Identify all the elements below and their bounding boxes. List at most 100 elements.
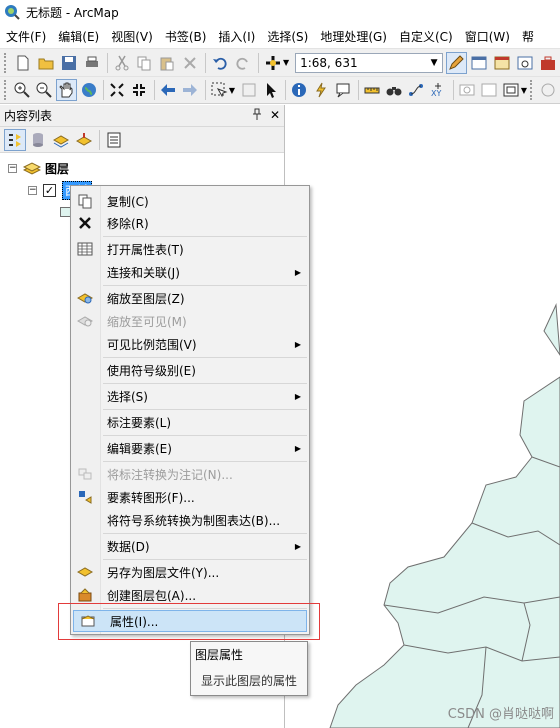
- menu-item-features-to-graphics[interactable]: 要素转图形(F)...: [71, 486, 309, 508]
- zoom-to-layer-extent-button[interactable]: [501, 79, 522, 101]
- copy-button[interactable]: [134, 52, 156, 74]
- pin-icon[interactable]: [252, 108, 262, 123]
- toc-options-button[interactable]: [103, 129, 125, 151]
- add-data-button[interactable]: [262, 52, 284, 74]
- overflow-tool-icon: [541, 83, 555, 97]
- hyperlink-button[interactable]: [311, 79, 332, 101]
- layers-root-label[interactable]: 图层: [45, 160, 69, 177]
- zoom-in-button[interactable]: [12, 79, 33, 101]
- layer-visibility-checkbox[interactable]: ✓: [43, 183, 56, 197]
- arrow-right-icon: [183, 84, 198, 96]
- menu-item-label: 将符号系统转换为制图表达(B)...: [107, 513, 281, 528]
- menu-separator: [103, 409, 307, 410]
- menu-file[interactable]: 文件(F): [0, 28, 52, 45]
- full-extent-button[interactable]: [78, 79, 99, 101]
- undo-button[interactable]: [209, 52, 231, 74]
- menu-separator: [103, 559, 307, 560]
- table-of-contents-button[interactable]: [468, 52, 490, 74]
- overflow-tool-button[interactable]: [538, 79, 559, 101]
- submenu-arrow-icon: ▶: [294, 391, 301, 401]
- map-display[interactable]: [286, 105, 560, 728]
- menu-geoprocessing[interactable]: 地理处理(G): [314, 28, 393, 45]
- save-button[interactable]: [58, 52, 80, 74]
- open-button[interactable]: [35, 52, 57, 74]
- menu-customize[interactable]: 自定义(C): [393, 28, 459, 45]
- select-features-dropdown-icon[interactable]: ▼: [229, 86, 235, 95]
- html-popup-button[interactable]: [333, 79, 354, 101]
- menu-item-convert-symbology-to-representation[interactable]: 将符号系统转换为制图表达(B)...: [71, 509, 309, 531]
- find-button[interactable]: [384, 79, 405, 101]
- menu-item-data[interactable]: 数据(D) ▶: [71, 535, 309, 557]
- toolbar-separator: [204, 80, 206, 100]
- list-by-selection-button[interactable]: [73, 129, 95, 151]
- select-elements-button[interactable]: [260, 79, 281, 101]
- menu-item-label: 创建图层包(A)...: [107, 588, 197, 603]
- fixed-zoom-in-button[interactable]: [107, 79, 128, 101]
- menu-item-zoom-to-visible[interactable]: 缩放至可见(M): [71, 310, 309, 332]
- list-by-drawing-order-button[interactable]: [4, 128, 26, 151]
- go-to-xy-button[interactable]: XY: [428, 79, 449, 101]
- redo-button[interactable]: [232, 52, 254, 74]
- delete-button[interactable]: [179, 52, 201, 74]
- create-viewer-window-button[interactable]: [479, 79, 500, 101]
- table-icon: [77, 242, 93, 256]
- menu-bookmarks[interactable]: 书签(B): [159, 28, 213, 45]
- find-route-button[interactable]: [406, 79, 427, 101]
- menu-item-selection[interactable]: 选择(S) ▶: [71, 385, 309, 407]
- menu-item-label-features[interactable]: 标注要素(L): [71, 411, 309, 433]
- menu-item-visible-scale-range[interactable]: 可见比例范围(V) ▶: [71, 333, 309, 355]
- menu-item-convert-labels-to-annotation[interactable]: 将标注转换为注记(N)...: [71, 463, 309, 485]
- select-features-button[interactable]: [209, 79, 230, 101]
- menu-help[interactable]: 帮: [516, 28, 540, 45]
- open-folder-icon: [38, 58, 54, 69]
- menu-selection[interactable]: 选择(S): [261, 28, 314, 45]
- submenu-arrow-icon: ▶: [294, 443, 301, 453]
- menu-item-label: 将标注转换为注记(N)...: [107, 467, 233, 482]
- catalog-button[interactable]: [491, 52, 513, 74]
- cut-button[interactable]: [111, 52, 133, 74]
- menu-item-remove[interactable]: 移除(R): [71, 212, 309, 234]
- arrow-left-icon: [161, 84, 176, 96]
- menu-item-label: 使用符号级别(E): [107, 363, 196, 378]
- toolbar-grip[interactable]: [4, 80, 8, 100]
- clear-selection-button[interactable]: [238, 79, 259, 101]
- menu-windows[interactable]: 窗口(W): [459, 28, 516, 45]
- list-by-source-button[interactable]: [27, 129, 49, 151]
- menu-item-save-as-layer-file[interactable]: 另存为图层文件(Y)...: [71, 561, 309, 583]
- toolbar-overflow-dropdown-icon[interactable]: ▼: [521, 86, 527, 95]
- editor-toolbar-button[interactable]: [445, 51, 468, 74]
- paste-button[interactable]: [156, 52, 178, 74]
- identify-button[interactable]: [289, 79, 310, 101]
- toolbar-grip[interactable]: [530, 80, 534, 100]
- menu-item-copy[interactable]: 复制(C): [71, 190, 309, 212]
- go-back-button[interactable]: [158, 79, 179, 101]
- add-data-dropdown-icon[interactable]: ▼: [283, 58, 289, 67]
- new-document-button[interactable]: [12, 52, 34, 74]
- menu-item-open-attribute-table[interactable]: 打开属性表(T): [71, 238, 309, 260]
- map-scale-combobox[interactable]: 1:68, 631 ▼: [295, 52, 443, 73]
- collapse-toggle[interactable]: −: [28, 185, 37, 195]
- toolbar-grip[interactable]: [4, 52, 8, 73]
- menu-item-use-symbol-levels[interactable]: 使用符号级别(E): [71, 359, 309, 381]
- list-by-visibility-button[interactable]: [50, 129, 72, 151]
- menu-item-edit-features[interactable]: 编辑要素(E) ▶: [71, 437, 309, 459]
- menu-edit[interactable]: 编辑(E): [52, 28, 105, 45]
- time-slider-button[interactable]: [457, 79, 478, 101]
- arctoolbox-icon: [541, 56, 556, 70]
- search-window-button[interactable]: [514, 52, 536, 74]
- menu-view[interactable]: 视图(V): [105, 28, 159, 45]
- menu-insert[interactable]: 插入(I): [212, 28, 261, 45]
- menu-separator: [103, 435, 307, 436]
- fixed-zoom-in-icon: [110, 83, 125, 97]
- print-button[interactable]: [81, 52, 103, 74]
- pan-button[interactable]: [55, 79, 77, 101]
- zoom-out-button[interactable]: [34, 79, 55, 101]
- fixed-zoom-out-button[interactable]: [129, 79, 150, 101]
- close-icon[interactable]: ✕: [270, 108, 280, 123]
- menu-item-joins-relates[interactable]: 连接和关联(J) ▶: [71, 261, 309, 283]
- arctoolbox-button[interactable]: [537, 52, 559, 74]
- collapse-toggle[interactable]: −: [8, 163, 17, 173]
- go-forward-button[interactable]: [180, 79, 201, 101]
- menu-item-zoom-to-layer[interactable]: 缩放至图层(Z): [71, 287, 309, 309]
- measure-button[interactable]: [362, 79, 383, 101]
